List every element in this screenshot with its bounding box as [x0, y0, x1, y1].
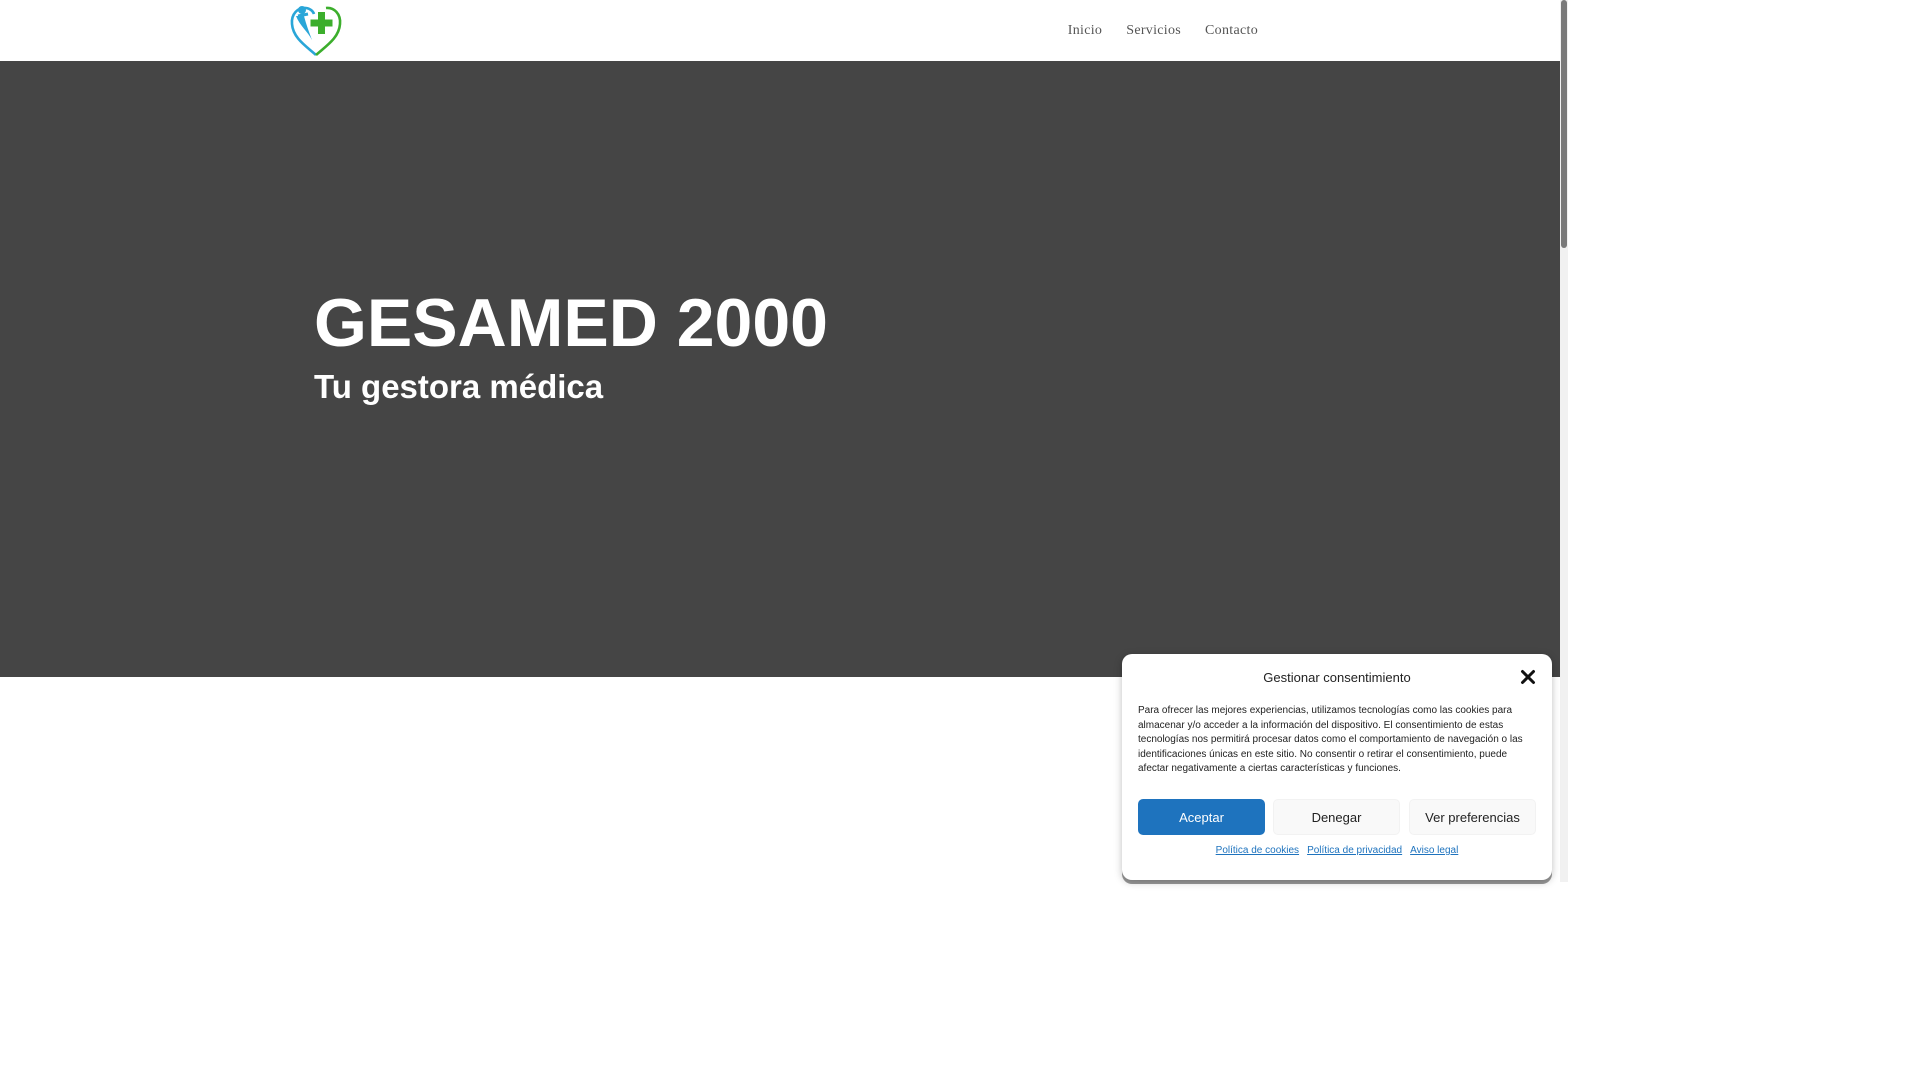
cookie-dialog-links: Política de cookies Política de privacid… — [1122, 845, 1552, 856]
cookie-consent-dialog: Gestionar consentimiento Para ofrecer la… — [1122, 654, 1552, 880]
close-icon[interactable] — [1520, 669, 1536, 685]
heart-cross-logo[interactable] — [288, 2, 344, 58]
scrollbar-thumb[interactable] — [1561, 0, 1567, 248]
cookie-policy-link[interactable]: Política de cookies — [1216, 845, 1299, 856]
site-header: Inicio Servicios Contacto — [0, 0, 1560, 61]
preferences-button[interactable]: Ver preferencias — [1409, 799, 1536, 835]
hero-subtitle: Tu gestora médica — [314, 368, 604, 405]
privacy-policy-link[interactable]: Política de privacidad — [1307, 845, 1402, 856]
hero-title: GESAMED 2000 — [314, 285, 828, 361]
cookie-dialog-text: Para ofrecer las mejores experiencias, u… — [1138, 705, 1523, 775]
hero-section: GESAMED 2000 Tu gestora médica — [0, 61, 1560, 677]
deny-button[interactable]: Denegar — [1273, 799, 1400, 835]
nav-servicios[interactable]: Servicios — [1114, 23, 1193, 39]
legal-notice-link[interactable]: Aviso legal — [1410, 845, 1458, 856]
page-scrollbar[interactable] — [1560, 0, 1568, 882]
accept-button[interactable]: Aceptar — [1138, 799, 1265, 835]
main-nav: Inicio Servicios Contacto — [1056, 0, 1270, 61]
nav-contacto[interactable]: Contacto — [1193, 23, 1270, 39]
nav-inicio[interactable]: Inicio — [1056, 23, 1114, 39]
cookie-dialog-title: Gestionar consentimiento — [1263, 670, 1411, 685]
